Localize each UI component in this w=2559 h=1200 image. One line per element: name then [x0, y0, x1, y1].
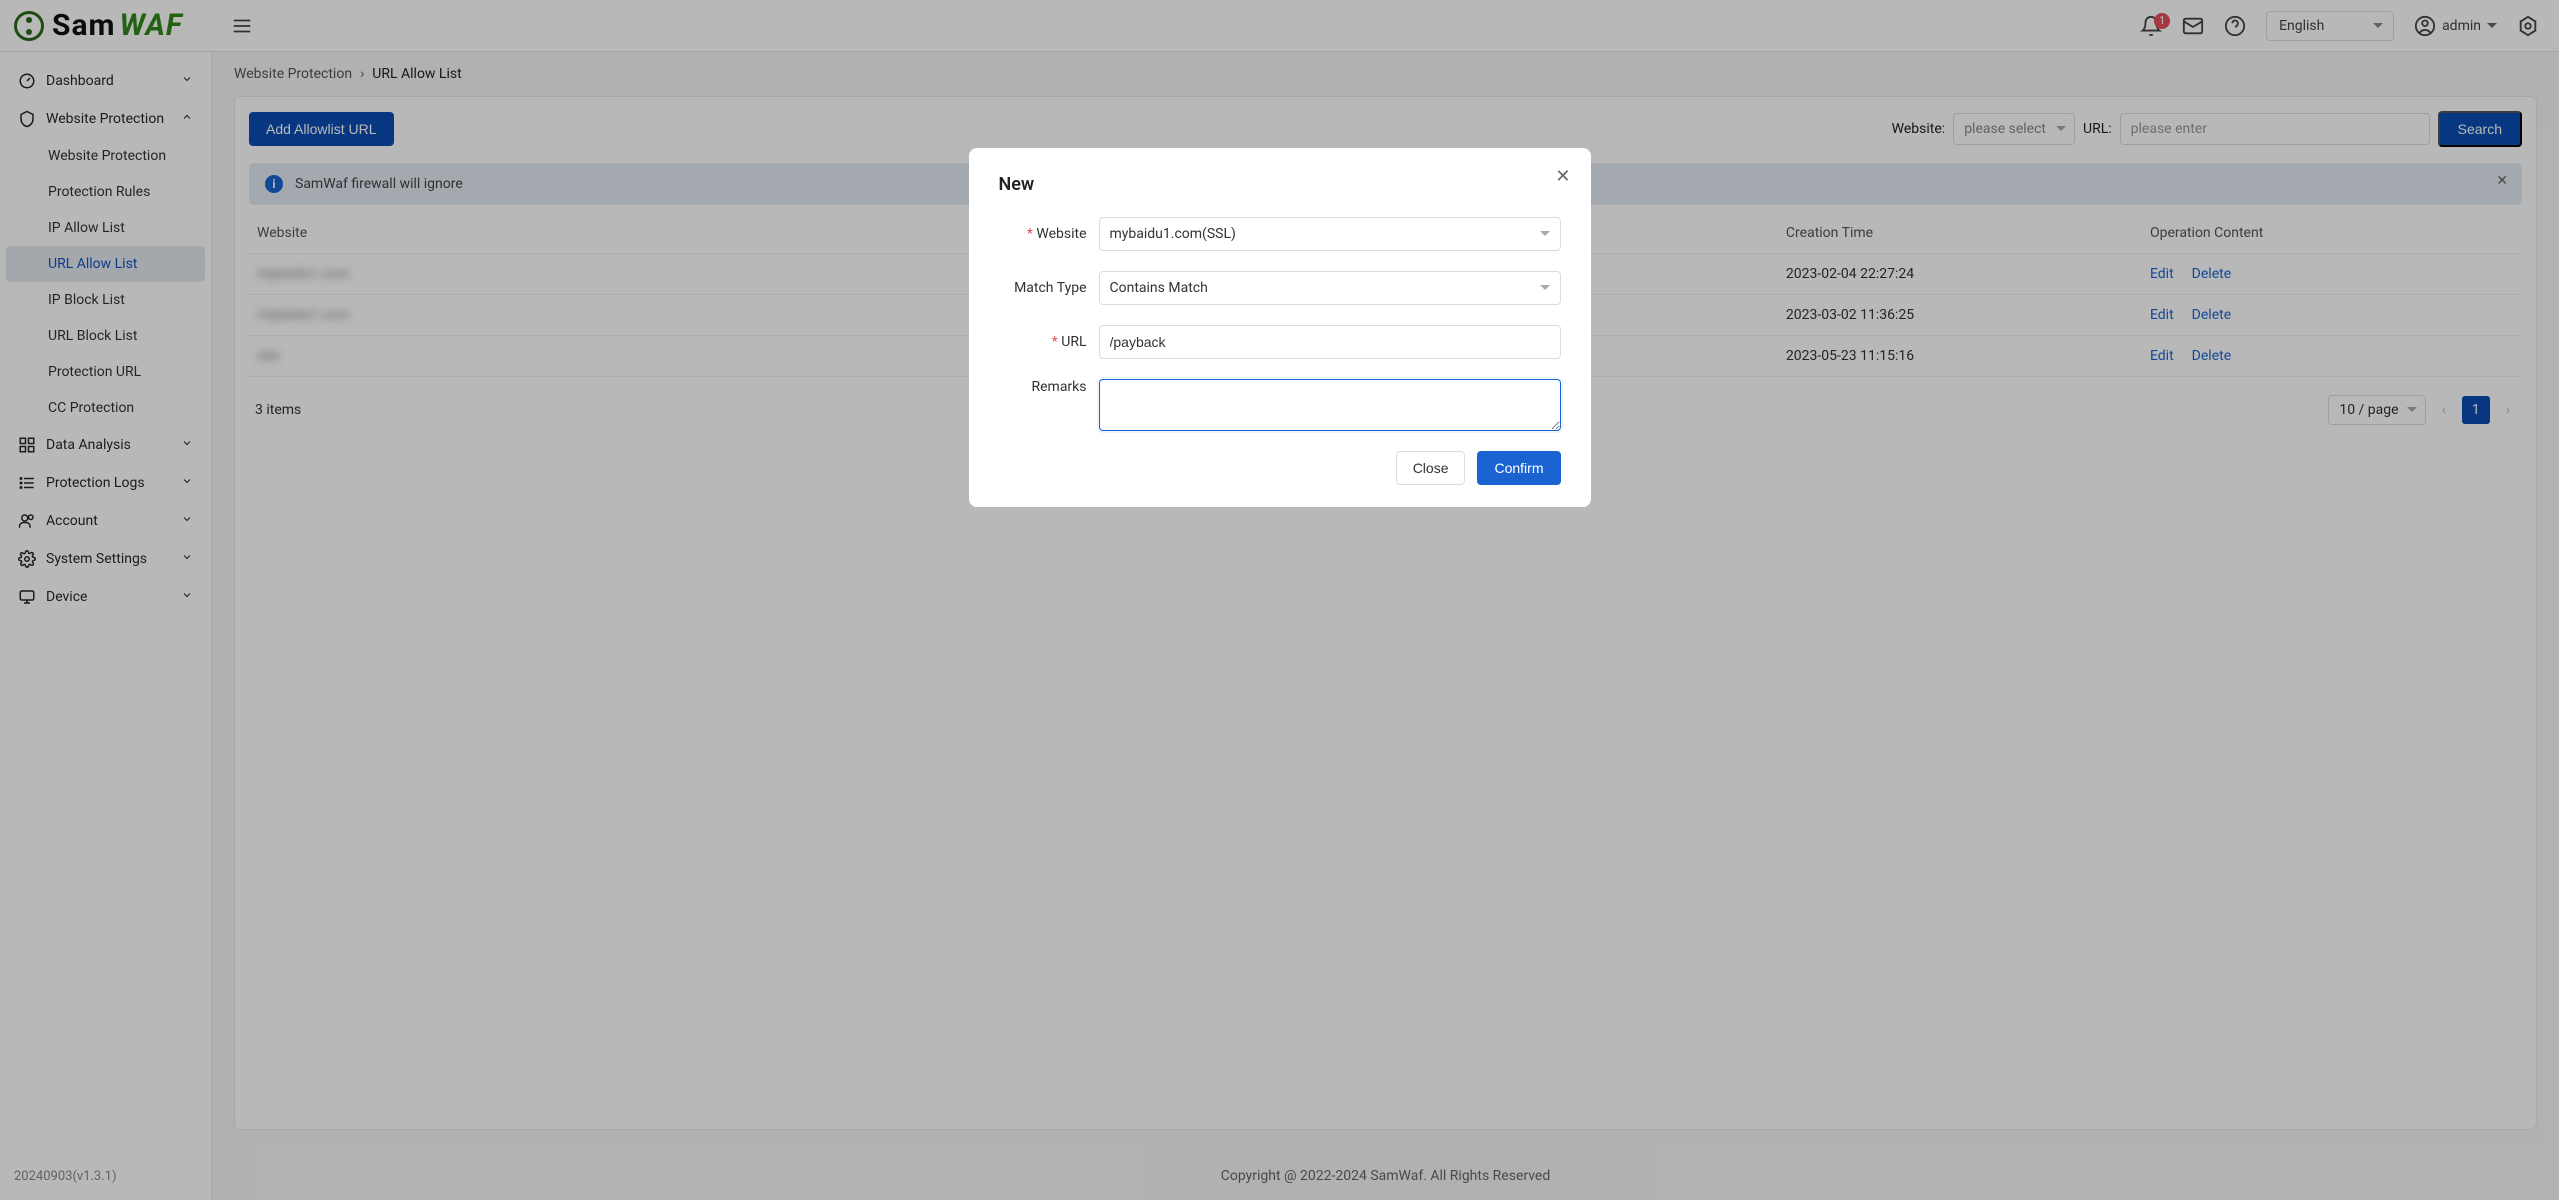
modal-close-button[interactable]: Close: [1396, 451, 1466, 485]
modal-url-label: URL: [999, 334, 1099, 350]
modal-website-label: Website: [999, 226, 1099, 242]
new-allowlist-modal: New ✕ Website mybaidu1.com(SSL) Match Ty…: [969, 148, 1591, 507]
modal-match-select[interactable]: Contains Match: [1099, 271, 1561, 305]
modal-confirm-button[interactable]: Confirm: [1477, 451, 1560, 485]
modal-url-input[interactable]: [1099, 325, 1561, 359]
modal-close-icon[interactable]: ✕: [1555, 166, 1570, 187]
modal-website-select[interactable]: mybaidu1.com(SSL): [1099, 217, 1561, 251]
modal-title: New: [999, 174, 1561, 195]
modal-match-label: Match Type: [999, 280, 1099, 296]
modal-remarks-label: Remarks: [999, 379, 1099, 395]
modal-remarks-textarea[interactable]: [1099, 379, 1561, 431]
modal-overlay[interactable]: New ✕ Website mybaidu1.com(SSL) Match Ty…: [0, 0, 2559, 1200]
